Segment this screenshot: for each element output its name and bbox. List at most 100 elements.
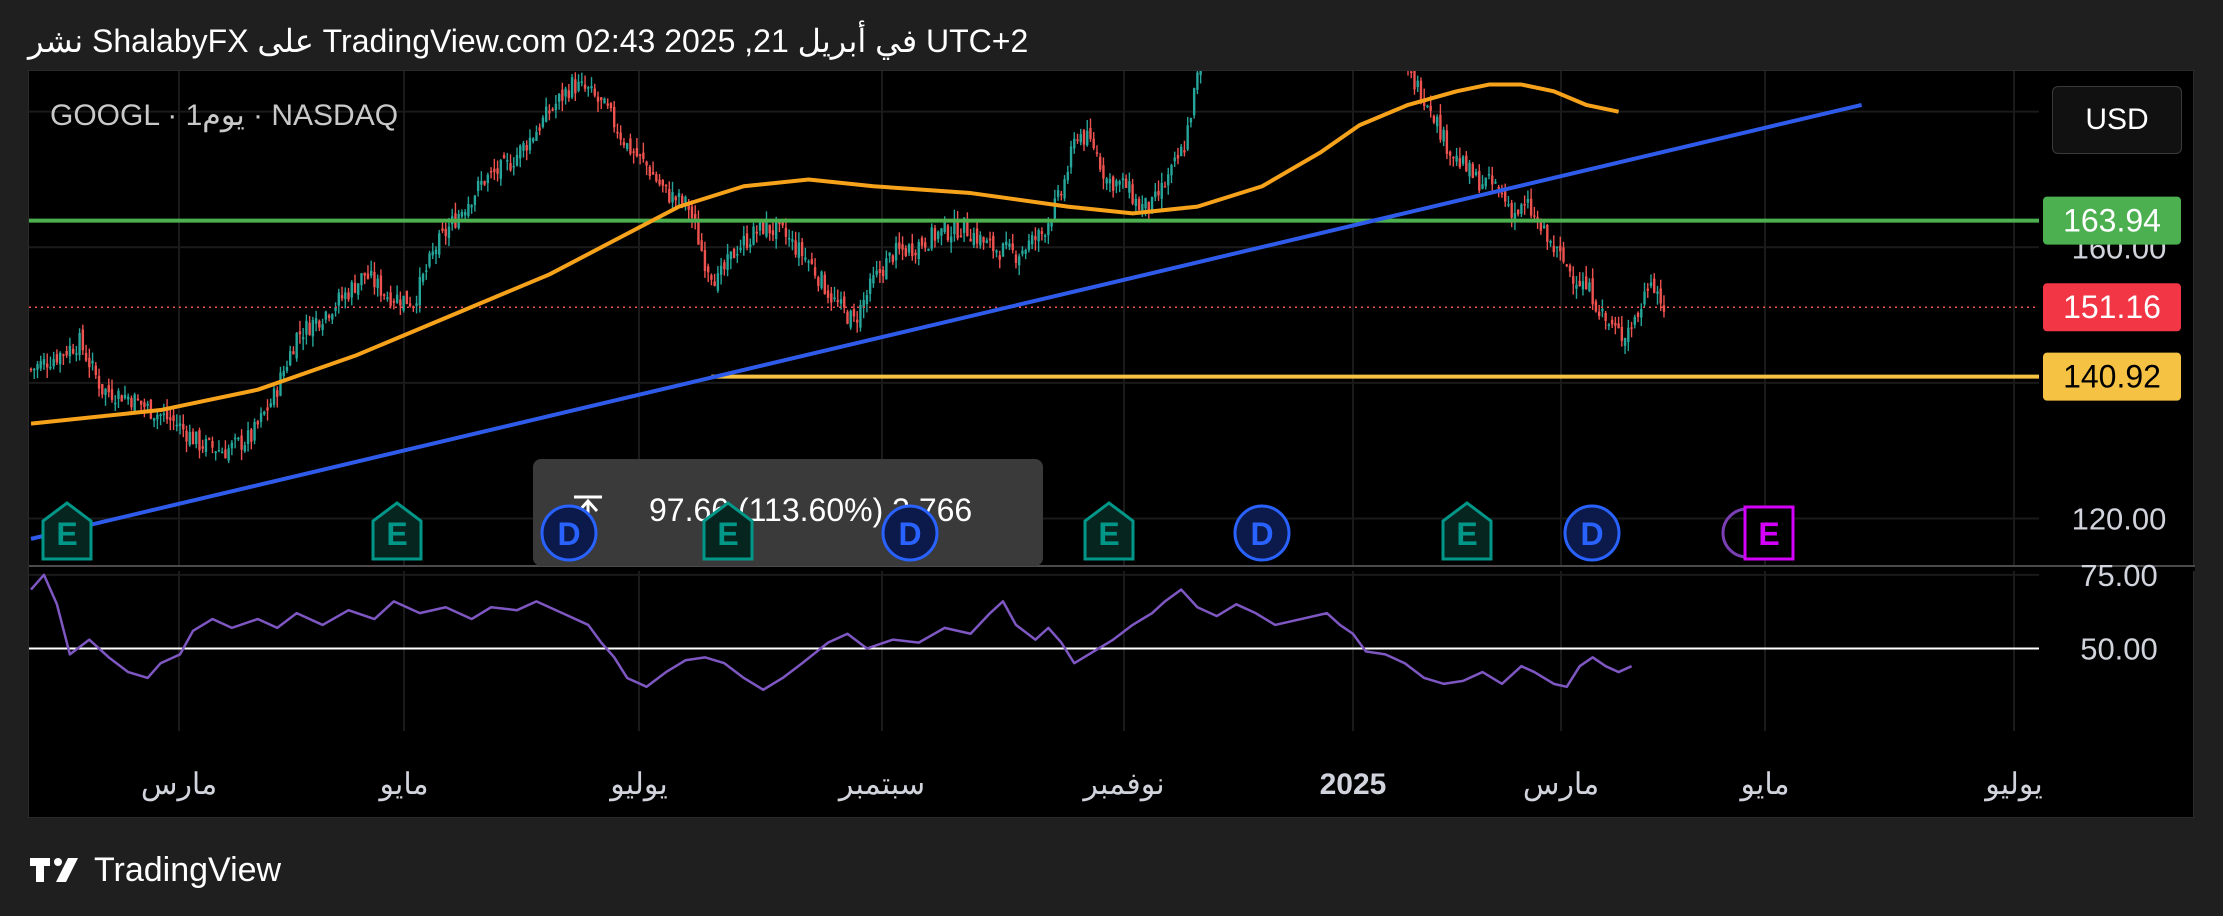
- candle-body: [438, 233, 441, 255]
- candle-body: [881, 269, 885, 277]
- candle-body: [732, 248, 736, 259]
- candle-body: [130, 398, 133, 408]
- candle-body: [668, 188, 671, 203]
- candle-body: [1526, 198, 1530, 203]
- candle-body: [159, 414, 162, 417]
- candle-body: [496, 168, 499, 174]
- candle-body: [894, 243, 898, 261]
- candle-body: [706, 266, 710, 273]
- candle-body: [1516, 209, 1520, 215]
- candle-body: [554, 103, 558, 111]
- candle-body: [820, 271, 823, 289]
- candle-body: [282, 371, 285, 377]
- candle-body: [1060, 193, 1063, 196]
- candle-body: [217, 449, 221, 452]
- candle-body: [729, 251, 733, 260]
- candle-body: [321, 324, 324, 331]
- candle-body: [872, 275, 875, 284]
- time-axis-label: سبتمبر: [837, 768, 925, 802]
- candle-body: [1014, 254, 1018, 263]
- candle-body: [719, 265, 723, 275]
- time-axis-label: مايو: [1738, 768, 1789, 802]
- candle-body: [800, 242, 804, 257]
- candle-body: [127, 396, 130, 400]
- candle-body: [528, 137, 532, 151]
- candle-body: [823, 274, 826, 295]
- candle-body: [1037, 230, 1040, 242]
- candle-body: [940, 228, 943, 236]
- candle-body: [1076, 139, 1079, 141]
- candle-body: [314, 318, 318, 324]
- currency-button[interactable]: USD: [2052, 86, 2182, 154]
- dividend-marker: D: [1233, 504, 1291, 562]
- candle-body: [677, 193, 681, 198]
- candle-body: [690, 206, 694, 218]
- candle-body: [425, 270, 428, 272]
- candle-body: [710, 275, 713, 280]
- candle-body: [1568, 265, 1572, 272]
- candle-body: [1627, 327, 1630, 342]
- candle-body: [81, 329, 85, 351]
- candle-body: [1413, 71, 1416, 90]
- candle-body: [1520, 204, 1523, 214]
- candle-body: [441, 228, 444, 231]
- price-tag-green: 163.94: [2043, 196, 2181, 245]
- candle-body: [146, 403, 149, 406]
- candle-body: [1105, 178, 1108, 184]
- candle-body: [1552, 245, 1555, 253]
- candle-body: [587, 87, 590, 89]
- candle-body: [645, 161, 648, 166]
- candle-body: [49, 366, 52, 369]
- candle-body: [911, 243, 914, 257]
- candle-body: [84, 352, 88, 361]
- candle-body: [856, 319, 859, 323]
- candle-body: [373, 271, 376, 288]
- price-chart[interactable]: 97.66 (113.60%) 3,766EEDEDEDEDE180.00160…: [29, 71, 2195, 819]
- candle-body: [188, 431, 191, 445]
- price-tag-yellow: 140.92: [2043, 352, 2181, 401]
- candle-body: [382, 294, 386, 296]
- event-label: D: [1580, 516, 1603, 552]
- candle-body: [655, 174, 658, 182]
- candle-body: [1027, 240, 1031, 250]
- candle-body: [408, 303, 412, 307]
- candle-body: [642, 152, 645, 159]
- candle-body: [33, 368, 36, 371]
- candle-body: [846, 311, 849, 324]
- candle-body: [885, 258, 888, 280]
- candle-body: [470, 205, 473, 208]
- candle-body: [1578, 280, 1581, 287]
- candle-body: [891, 255, 895, 262]
- candle-body: [833, 297, 836, 300]
- candle-body: [379, 275, 383, 296]
- candle-body: [1102, 165, 1105, 179]
- candle-body: [1481, 184, 1484, 189]
- candle-body: [62, 354, 65, 356]
- candle-body: [564, 88, 567, 97]
- candle-body: [830, 293, 833, 303]
- candle-body: [1656, 291, 1659, 294]
- candle-body: [1183, 150, 1186, 153]
- candle-body: [421, 274, 425, 282]
- candle-body: [817, 277, 820, 286]
- candle-body: [901, 244, 904, 250]
- candle-body: [1468, 162, 1471, 177]
- price-tag-red: 151.16: [2043, 283, 2181, 332]
- tradingview-logo-icon: [30, 858, 78, 882]
- candle-body: [123, 394, 127, 399]
- moving-average-line: [30, 82, 1620, 426]
- candle-body: [787, 237, 791, 240]
- event-label: E: [1758, 516, 1779, 552]
- candle-body: [515, 154, 519, 166]
- candle-body: [937, 231, 940, 239]
- candle-body: [1118, 181, 1121, 185]
- candle-body: [1659, 288, 1662, 304]
- candle-body: [1089, 127, 1092, 139]
- chart-frame[interactable]: 97.66 (113.60%) 3,766EEDEDEDEDE180.00160…: [28, 70, 2195, 819]
- candle-body: [749, 244, 752, 248]
- candle-body: [1192, 88, 1196, 116]
- candle-body: [230, 442, 234, 449]
- candle-body: [136, 398, 140, 401]
- candle-body: [619, 132, 622, 140]
- candle-body: [600, 97, 603, 101]
